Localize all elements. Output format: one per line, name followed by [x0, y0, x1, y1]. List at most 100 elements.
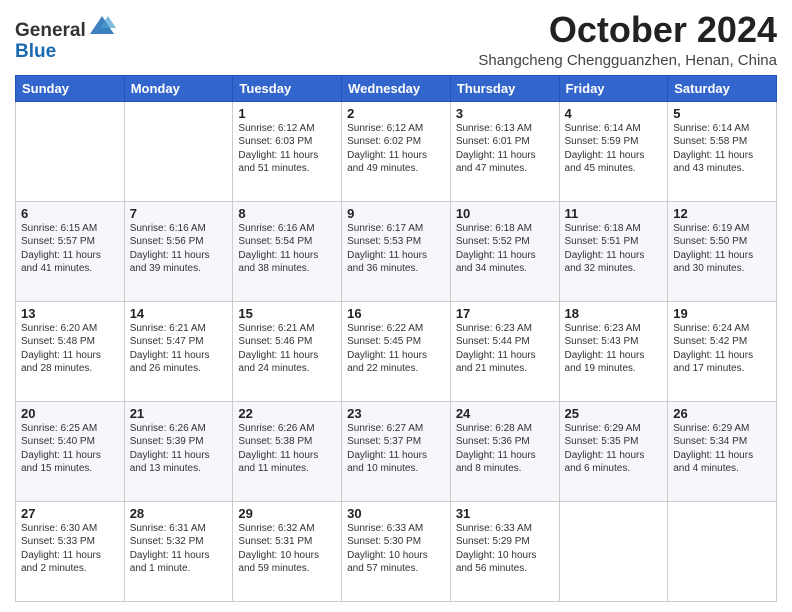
- day-info: Sunrise: 6:13 AM Sunset: 6:01 PM Dayligh…: [456, 122, 554, 176]
- table-row: 27Sunrise: 6:30 AM Sunset: 5:33 PM Dayli…: [16, 501, 125, 601]
- day-number: 2: [347, 106, 445, 121]
- day-number: 6: [21, 206, 119, 221]
- day-number: 27: [21, 506, 119, 521]
- table-row: 18Sunrise: 6:23 AM Sunset: 5:43 PM Dayli…: [559, 301, 668, 401]
- table-row: 22Sunrise: 6:26 AM Sunset: 5:38 PM Dayli…: [233, 401, 342, 501]
- day-info: Sunrise: 6:26 AM Sunset: 5:39 PM Dayligh…: [130, 422, 228, 476]
- col-wednesday: Wednesday: [342, 75, 451, 101]
- table-row: 15Sunrise: 6:21 AM Sunset: 5:46 PM Dayli…: [233, 301, 342, 401]
- day-info: Sunrise: 6:18 AM Sunset: 5:51 PM Dayligh…: [565, 222, 663, 276]
- header: General Blue October 2024 Shangcheng Che…: [15, 10, 777, 69]
- day-info: Sunrise: 6:33 AM Sunset: 5:29 PM Dayligh…: [456, 522, 554, 576]
- day-number: 9: [347, 206, 445, 221]
- col-sunday: Sunday: [16, 75, 125, 101]
- day-number: 23: [347, 406, 445, 421]
- table-row: [16, 101, 125, 201]
- day-info: Sunrise: 6:29 AM Sunset: 5:35 PM Dayligh…: [565, 422, 663, 476]
- calendar-week-row: 6Sunrise: 6:15 AM Sunset: 5:57 PM Daylig…: [16, 201, 777, 301]
- day-number: 21: [130, 406, 228, 421]
- logo-blue: Blue: [15, 42, 116, 63]
- day-info: Sunrise: 6:21 AM Sunset: 5:47 PM Dayligh…: [130, 322, 228, 376]
- table-row: 30Sunrise: 6:33 AM Sunset: 5:30 PM Dayli…: [342, 501, 451, 601]
- day-info: Sunrise: 6:12 AM Sunset: 6:02 PM Dayligh…: [347, 122, 445, 176]
- day-number: 5: [673, 106, 771, 121]
- location-title: Shangcheng Chengguanzhen, Henan, China: [478, 52, 777, 69]
- table-row: 6Sunrise: 6:15 AM Sunset: 5:57 PM Daylig…: [16, 201, 125, 301]
- month-title: October 2024: [478, 10, 777, 50]
- table-row: 12Sunrise: 6:19 AM Sunset: 5:50 PM Dayli…: [668, 201, 777, 301]
- day-info: Sunrise: 6:16 AM Sunset: 5:54 PM Dayligh…: [238, 222, 336, 276]
- table-row: 14Sunrise: 6:21 AM Sunset: 5:47 PM Dayli…: [124, 301, 233, 401]
- table-row: 24Sunrise: 6:28 AM Sunset: 5:36 PM Dayli…: [450, 401, 559, 501]
- day-number: 25: [565, 406, 663, 421]
- day-info: Sunrise: 6:22 AM Sunset: 5:45 PM Dayligh…: [347, 322, 445, 376]
- day-number: 24: [456, 406, 554, 421]
- col-monday: Monday: [124, 75, 233, 101]
- title-section: October 2024 Shangcheng Chengguanzhen, H…: [478, 10, 777, 69]
- table-row: 7Sunrise: 6:16 AM Sunset: 5:56 PM Daylig…: [124, 201, 233, 301]
- table-row: 4Sunrise: 6:14 AM Sunset: 5:59 PM Daylig…: [559, 101, 668, 201]
- day-info: Sunrise: 6:16 AM Sunset: 5:56 PM Dayligh…: [130, 222, 228, 276]
- table-row: 9Sunrise: 6:17 AM Sunset: 5:53 PM Daylig…: [342, 201, 451, 301]
- table-row: 26Sunrise: 6:29 AM Sunset: 5:34 PM Dayli…: [668, 401, 777, 501]
- table-row: 10Sunrise: 6:18 AM Sunset: 5:52 PM Dayli…: [450, 201, 559, 301]
- day-number: 11: [565, 206, 663, 221]
- day-info: Sunrise: 6:26 AM Sunset: 5:38 PM Dayligh…: [238, 422, 336, 476]
- table-row: 5Sunrise: 6:14 AM Sunset: 5:58 PM Daylig…: [668, 101, 777, 201]
- calendar-header-row: Sunday Monday Tuesday Wednesday Thursday…: [16, 75, 777, 101]
- table-row: 25Sunrise: 6:29 AM Sunset: 5:35 PM Dayli…: [559, 401, 668, 501]
- table-row: 31Sunrise: 6:33 AM Sunset: 5:29 PM Dayli…: [450, 501, 559, 601]
- table-row: 20Sunrise: 6:25 AM Sunset: 5:40 PM Dayli…: [16, 401, 125, 501]
- day-info: Sunrise: 6:24 AM Sunset: 5:42 PM Dayligh…: [673, 322, 771, 376]
- day-number: 13: [21, 306, 119, 321]
- day-number: 4: [565, 106, 663, 121]
- table-row: 28Sunrise: 6:31 AM Sunset: 5:32 PM Dayli…: [124, 501, 233, 601]
- day-number: 31: [456, 506, 554, 521]
- day-info: Sunrise: 6:33 AM Sunset: 5:30 PM Dayligh…: [347, 522, 445, 576]
- day-number: 3: [456, 106, 554, 121]
- day-info: Sunrise: 6:14 AM Sunset: 5:58 PM Dayligh…: [673, 122, 771, 176]
- day-info: Sunrise: 6:23 AM Sunset: 5:44 PM Dayligh…: [456, 322, 554, 376]
- day-number: 14: [130, 306, 228, 321]
- day-number: 1: [238, 106, 336, 121]
- day-info: Sunrise: 6:32 AM Sunset: 5:31 PM Dayligh…: [238, 522, 336, 576]
- table-row: 21Sunrise: 6:26 AM Sunset: 5:39 PM Dayli…: [124, 401, 233, 501]
- col-saturday: Saturday: [668, 75, 777, 101]
- calendar-table: Sunday Monday Tuesday Wednesday Thursday…: [15, 75, 777, 602]
- table-row: 17Sunrise: 6:23 AM Sunset: 5:44 PM Dayli…: [450, 301, 559, 401]
- logo-icon: [88, 14, 116, 42]
- day-info: Sunrise: 6:20 AM Sunset: 5:48 PM Dayligh…: [21, 322, 119, 376]
- calendar-week-row: 20Sunrise: 6:25 AM Sunset: 5:40 PM Dayli…: [16, 401, 777, 501]
- logo-general: General: [15, 20, 86, 41]
- table-row: 1Sunrise: 6:12 AM Sunset: 6:03 PM Daylig…: [233, 101, 342, 201]
- day-info: Sunrise: 6:31 AM Sunset: 5:32 PM Dayligh…: [130, 522, 228, 576]
- day-number: 7: [130, 206, 228, 221]
- table-row: [124, 101, 233, 201]
- table-row: 29Sunrise: 6:32 AM Sunset: 5:31 PM Dayli…: [233, 501, 342, 601]
- day-info: Sunrise: 6:21 AM Sunset: 5:46 PM Dayligh…: [238, 322, 336, 376]
- calendar-week-row: 27Sunrise: 6:30 AM Sunset: 5:33 PM Dayli…: [16, 501, 777, 601]
- calendar-week-row: 1Sunrise: 6:12 AM Sunset: 6:03 PM Daylig…: [16, 101, 777, 201]
- day-info: Sunrise: 6:23 AM Sunset: 5:43 PM Dayligh…: [565, 322, 663, 376]
- table-row: 2Sunrise: 6:12 AM Sunset: 6:02 PM Daylig…: [342, 101, 451, 201]
- table-row: 23Sunrise: 6:27 AM Sunset: 5:37 PM Dayli…: [342, 401, 451, 501]
- day-number: 30: [347, 506, 445, 521]
- day-number: 19: [673, 306, 771, 321]
- day-info: Sunrise: 6:15 AM Sunset: 5:57 PM Dayligh…: [21, 222, 119, 276]
- day-info: Sunrise: 6:12 AM Sunset: 6:03 PM Dayligh…: [238, 122, 336, 176]
- day-number: 20: [21, 406, 119, 421]
- day-number: 26: [673, 406, 771, 421]
- table-row: 3Sunrise: 6:13 AM Sunset: 6:01 PM Daylig…: [450, 101, 559, 201]
- logo: General Blue: [15, 14, 116, 63]
- day-info: Sunrise: 6:14 AM Sunset: 5:59 PM Dayligh…: [565, 122, 663, 176]
- col-tuesday: Tuesday: [233, 75, 342, 101]
- col-friday: Friday: [559, 75, 668, 101]
- day-info: Sunrise: 6:19 AM Sunset: 5:50 PM Dayligh…: [673, 222, 771, 276]
- day-number: 29: [238, 506, 336, 521]
- day-info: Sunrise: 6:29 AM Sunset: 5:34 PM Dayligh…: [673, 422, 771, 476]
- day-info: Sunrise: 6:27 AM Sunset: 5:37 PM Dayligh…: [347, 422, 445, 476]
- day-number: 8: [238, 206, 336, 221]
- day-number: 22: [238, 406, 336, 421]
- day-number: 15: [238, 306, 336, 321]
- day-number: 16: [347, 306, 445, 321]
